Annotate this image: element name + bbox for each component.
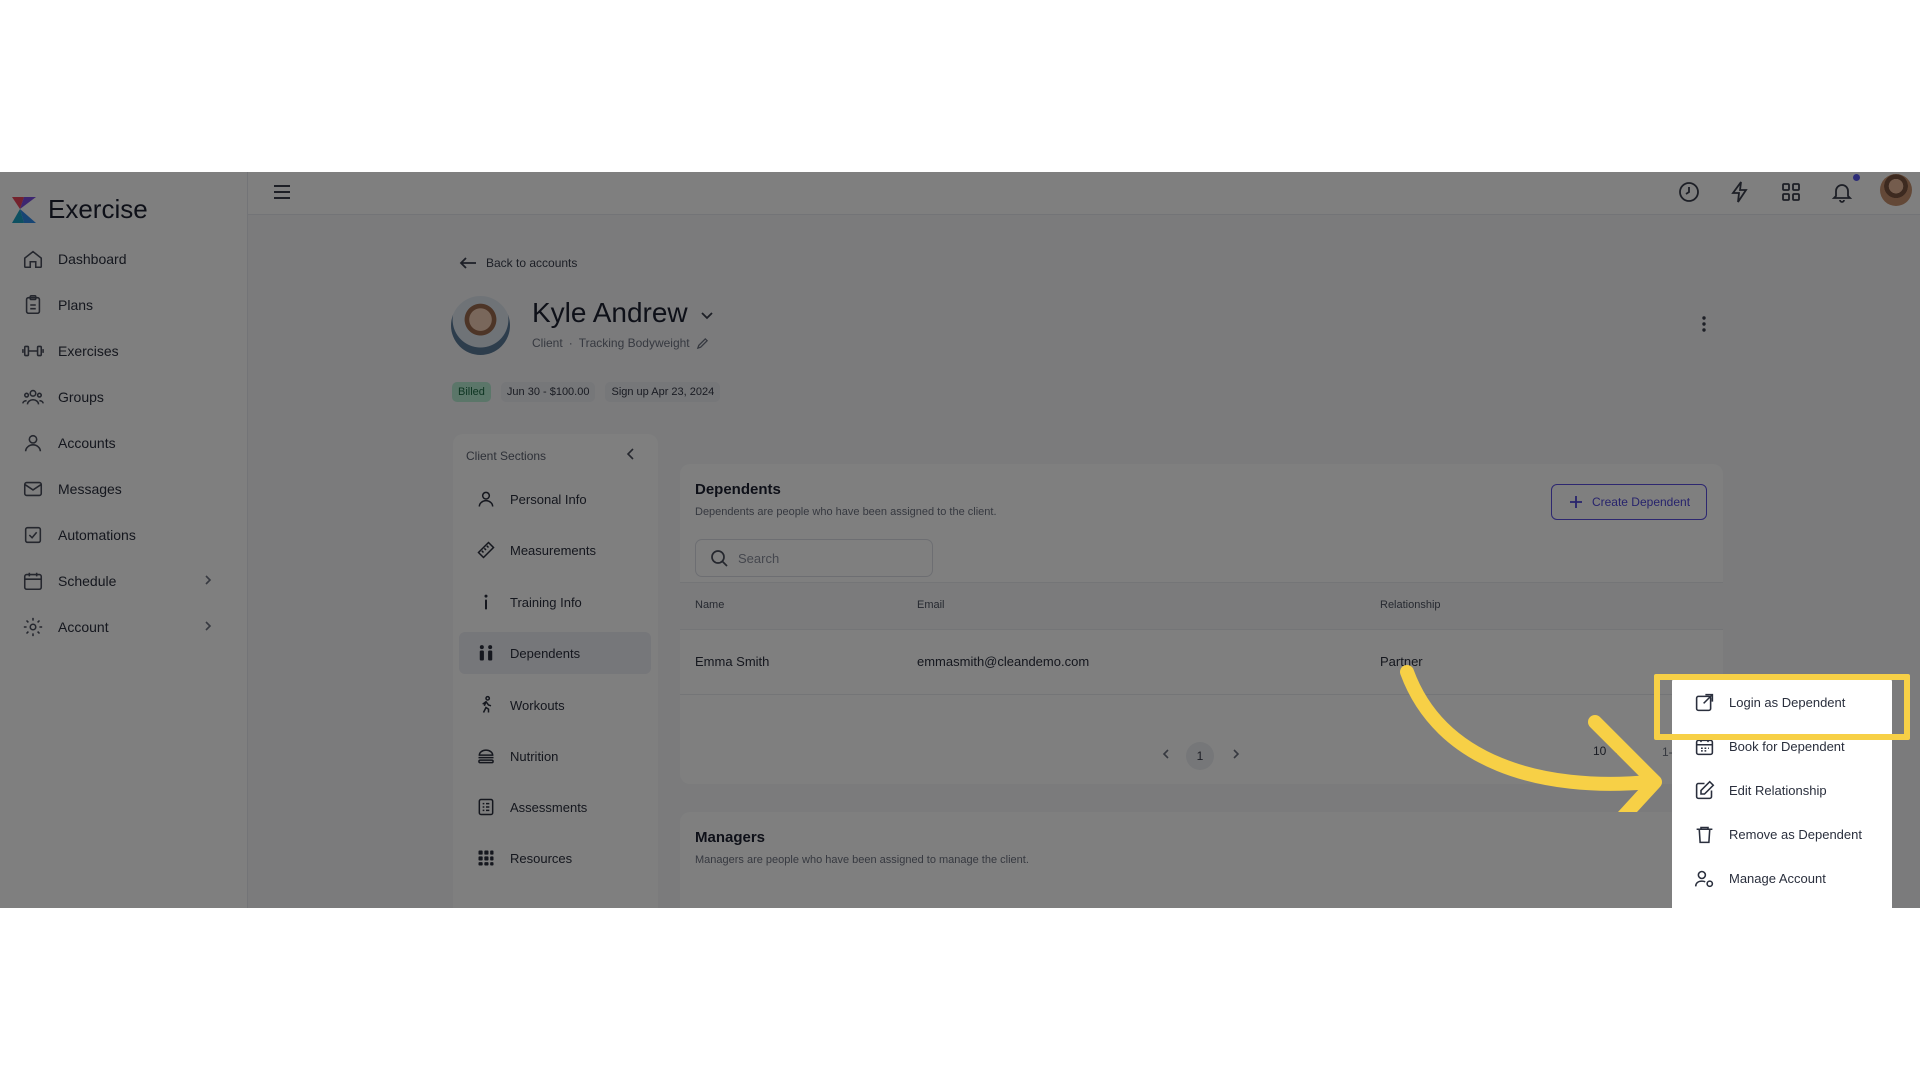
menu-item-remove-as-dependent[interactable]: Remove as Dependent	[1672, 812, 1892, 856]
menu-item-label: Book for Dependent	[1729, 738, 1845, 754]
menu-item-manage-account[interactable]: Manage Account	[1672, 856, 1892, 900]
menu-item-label: Edit Relationship	[1729, 782, 1827, 798]
highlight-box	[1654, 674, 1910, 740]
trash-icon	[1696, 826, 1713, 843]
pointer-arrow-icon	[1400, 665, 1662, 812]
menu-item-label: Manage Account	[1729, 870, 1826, 886]
user-settings-icon	[1694, 870, 1714, 887]
menu-item-edit-relationship[interactable]: Edit Relationship	[1672, 768, 1892, 812]
menu-item-label: Remove as Dependent	[1729, 826, 1862, 842]
edit-icon	[1695, 780, 1715, 799]
app-window: Exercise Dashboard Plans Exercises Group…	[0, 172, 1920, 908]
